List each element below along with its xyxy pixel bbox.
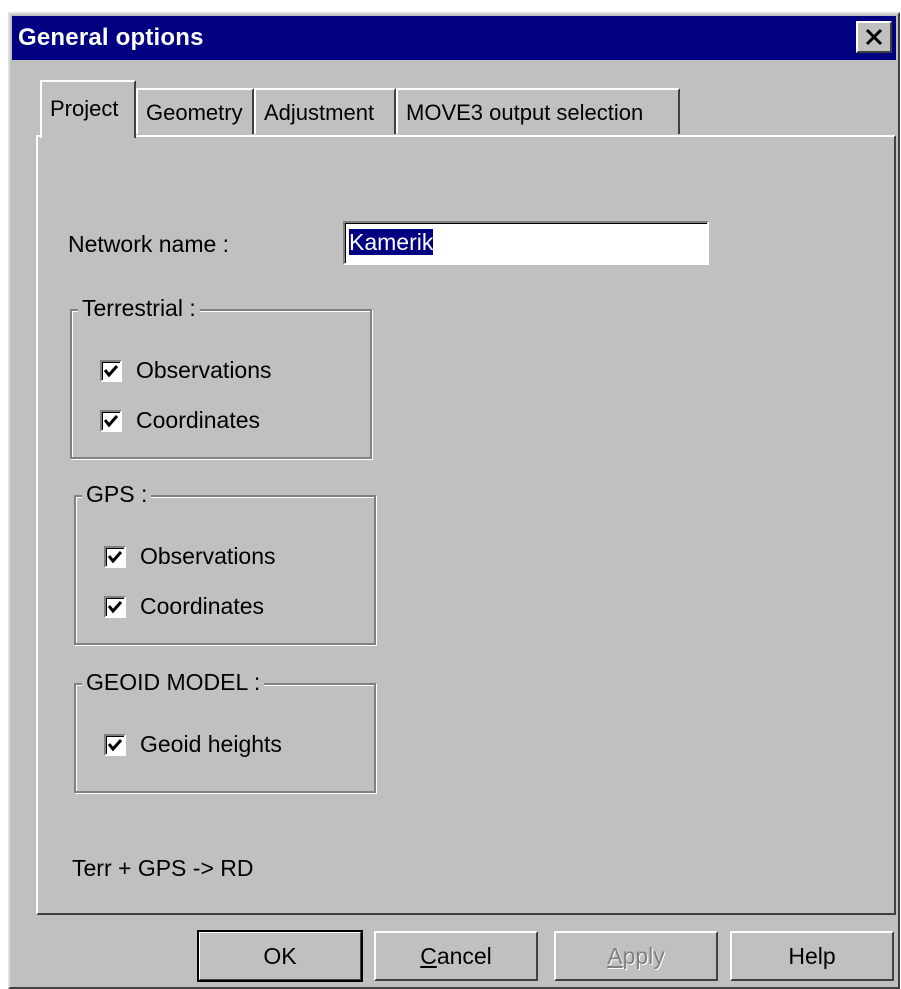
cancel-button[interactable]: Cancel [374, 931, 538, 981]
checkbox-label: Geoid heights [140, 731, 282, 757]
tab-geometry[interactable]: Geometry [136, 88, 254, 134]
checkmark-icon [103, 414, 119, 427]
tab-label: Geometry [146, 100, 243, 125]
close-icon [865, 28, 883, 46]
terrestrial-group-title: Terrestrial : [78, 295, 200, 322]
checkbox-label: Coordinates [136, 407, 261, 433]
tab-label: Adjustment [264, 100, 375, 125]
title-bar[interactable]: General options [12, 16, 896, 60]
network-name-value: Kamerik [349, 229, 434, 255]
gps-group: GPS : Observations Coordinates [74, 481, 376, 645]
mode-status-text: Terr + GPS -> RD [72, 855, 254, 881]
help-button[interactable]: Help [730, 931, 894, 981]
checkbox-box[interactable] [104, 545, 126, 568]
window-title: General options [18, 24, 204, 51]
gps-coordinates-checkbox[interactable]: Coordinates [104, 593, 264, 620]
terrestrial-coordinates-checkbox[interactable]: Coordinates [100, 407, 260, 434]
apply-button: Apply [554, 931, 718, 981]
terrestrial-group: Terrestrial : Observations Coordinates [70, 295, 372, 459]
button-label: Apply [607, 942, 665, 969]
gps-group-title: GPS : [82, 481, 152, 508]
button-label: OK [263, 942, 297, 969]
checkmark-icon [107, 550, 123, 563]
geoid-model-group-title: GEOID MODEL : [82, 669, 265, 696]
checkbox-box[interactable] [100, 409, 122, 432]
geoid-heights-checkbox[interactable]: Geoid heights [104, 731, 282, 758]
general-options-dialog: General options Project Geometry Adjustm… [8, 12, 900, 989]
tab-adjustment[interactable]: Adjustment [254, 88, 396, 134]
network-name-input[interactable]: Kamerik [343, 221, 709, 265]
button-label: Help [788, 942, 836, 969]
checkbox-box[interactable] [104, 595, 126, 618]
button-label: Cancel [420, 942, 492, 969]
tab-label: Project [50, 96, 119, 121]
checkbox-label: Observations [136, 357, 272, 383]
terrestrial-observations-checkbox[interactable]: Observations [100, 357, 272, 384]
project-tab-panel: Network name : Kamerik Terrestrial : Obs… [36, 135, 896, 915]
checkmark-icon [103, 364, 119, 377]
gps-observations-checkbox[interactable]: Observations [104, 543, 276, 570]
tab-project[interactable]: Project [40, 80, 136, 138]
checkbox-box[interactable] [104, 733, 126, 756]
close-button[interactable] [856, 21, 892, 53]
network-name-label: Network name : [68, 231, 230, 257]
checkbox-box[interactable] [100, 359, 122, 382]
ok-button[interactable]: OK [197, 930, 363, 982]
tab-move3-output-selection[interactable]: MOVE3 output selection [396, 88, 680, 134]
tab-label: MOVE3 output selection [406, 100, 644, 125]
geoid-model-group: GEOID MODEL : Geoid heights [74, 669, 376, 793]
checkmark-icon [107, 738, 123, 751]
checkbox-label: Observations [140, 543, 276, 569]
checkbox-label: Coordinates [140, 593, 265, 619]
checkmark-icon [107, 600, 123, 613]
